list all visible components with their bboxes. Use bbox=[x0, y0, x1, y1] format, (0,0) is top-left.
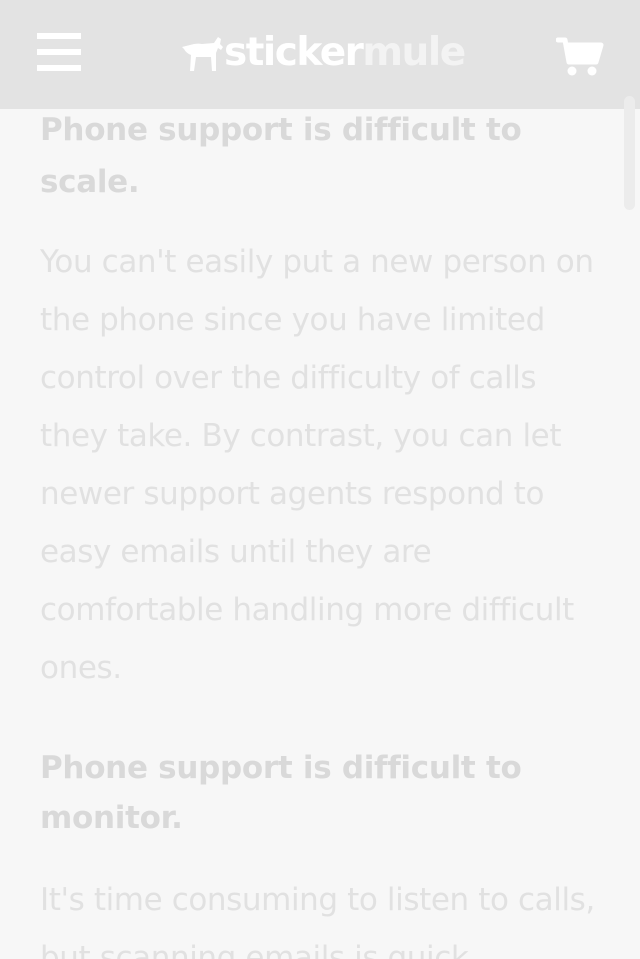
stickermule-logo[interactable]: sticker mule bbox=[180, 30, 466, 76]
logo-wordmark-mule: mule bbox=[362, 30, 466, 75]
section-heading-monitor: Phone support is difficult to monitor. bbox=[40, 750, 522, 836]
page: sticker mule Phone support is difficult t… bbox=[0, 0, 640, 959]
article-content: Phone support is difficult to scale. You… bbox=[40, 104, 600, 959]
top-navigation-bar: sticker mule bbox=[0, 0, 640, 109]
section-body-monitor: It's time consuming to listen to calls, … bbox=[40, 882, 595, 959]
hamburger-menu-icon[interactable] bbox=[37, 33, 81, 73]
mule-logo-icon bbox=[182, 37, 223, 71]
scrollbar-thumb[interactable] bbox=[624, 96, 635, 210]
logo-wordmark-sticker: sticker bbox=[224, 30, 364, 75]
section-heading-scale: Phone support is difficult to scale. bbox=[40, 112, 522, 200]
shopping-cart-icon[interactable] bbox=[556, 36, 604, 78]
section-body-scale: You can't easily put a new person on the… bbox=[40, 244, 594, 686]
